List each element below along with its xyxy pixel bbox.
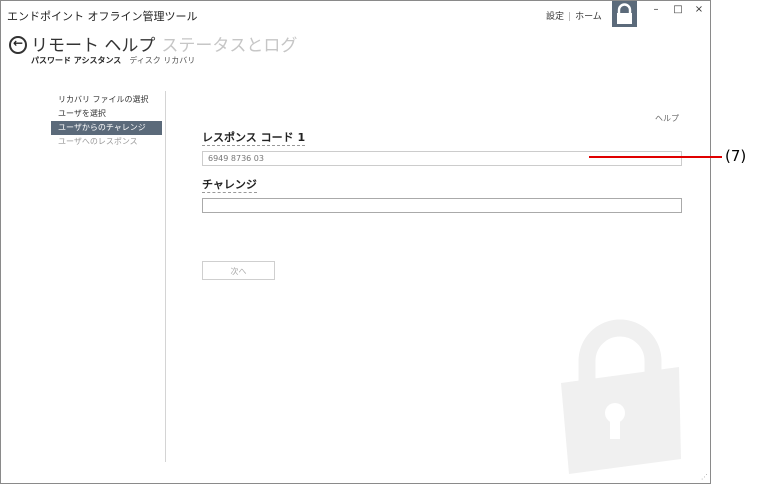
page-title: リモート ヘルプ ステータスとログ <box>31 31 297 56</box>
sub-navigation: パスワード アシスタンス ディスク リカバリ <box>31 55 195 66</box>
sidebar-item-response-to-user: ユーザへのレスポンス <box>58 137 138 146</box>
annotation-label: (7) <box>725 147 747 165</box>
challenge-input[interactable] <box>202 198 682 213</box>
challenge-label: チャレンジ <box>202 178 257 193</box>
sidebar-item-challenge-from-user[interactable]: ユーザからのチャレンジ <box>51 121 162 135</box>
home-link[interactable]: ホーム <box>575 12 602 22</box>
tab-status-log[interactable]: ステータスとログ <box>161 36 297 56</box>
lock-tile <box>612 1 637 27</box>
response-code-label: レスポンス コード 1 <box>202 131 306 146</box>
sidebar-item-select-user[interactable]: ユーザを選択 <box>51 107 162 121</box>
resize-grip-icon[interactable]: ⋰ <box>701 473 708 481</box>
annotation-line <box>589 156 722 158</box>
sidebar-item-select-recovery-file[interactable]: リカバリ ファイルの選択 <box>51 93 162 107</box>
link-separator: | <box>568 12 572 22</box>
lock-icon <box>617 3 632 24</box>
minimize-button[interactable]: – <box>649 4 663 15</box>
back-button[interactable]: ← <box>9 36 27 54</box>
step-sidebar: リカバリ ファイルの選択 ユーザを選択 ユーザからのチャレンジ ユーザへのレスポ… <box>51 93 162 149</box>
subtab-disk-recovery[interactable]: ディスク リカバリ <box>129 56 195 65</box>
maximize-button[interactable]: □ <box>671 4 685 15</box>
app-window: エンドポイント オフライン管理ツール 設定 | ホーム – □ × ← リモート ヘ… <box>0 0 711 484</box>
settings-link[interactable]: 設定 <box>546 12 564 22</box>
sidebar-divider <box>165 91 166 462</box>
app-title: エンドポイント オフライン管理ツール <box>7 10 198 23</box>
arrow-left-icon: ← <box>12 36 24 50</box>
close-button[interactable]: × <box>692 4 706 15</box>
title-bar: エンドポイント オフライン管理ツール 設定 | ホーム – □ × <box>1 1 710 27</box>
help-link[interactable]: ヘルプ <box>655 113 679 124</box>
response-code-field[interactable] <box>202 151 682 166</box>
tab-remote-help[interactable]: リモート ヘルプ <box>31 36 155 56</box>
top-links: 設定 | ホーム <box>546 9 602 22</box>
subtab-password-assistance[interactable]: パスワード アシスタンス <box>31 56 121 65</box>
lock-watermark-icon <box>561 319 681 474</box>
next-button[interactable]: 次へ <box>202 261 275 280</box>
